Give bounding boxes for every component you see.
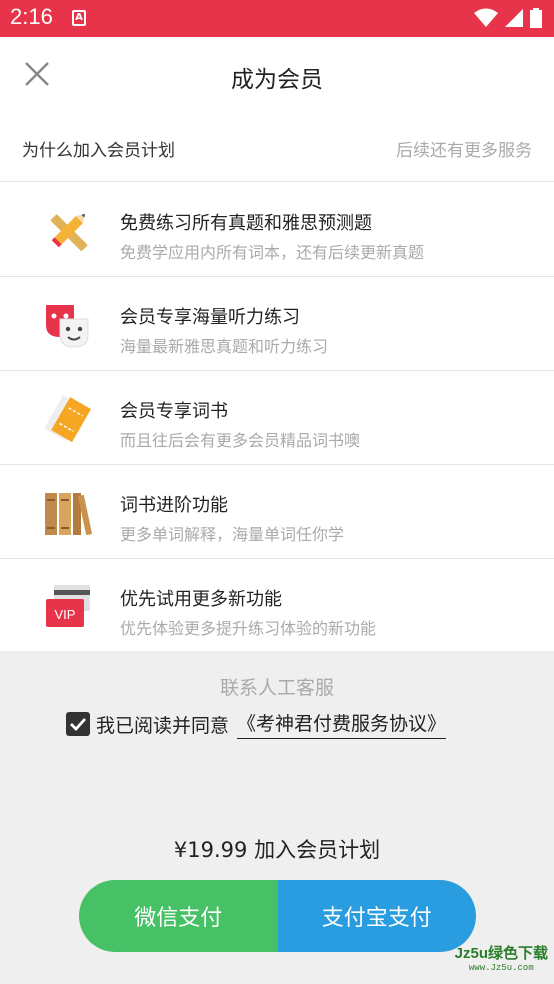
- benefit-item: VIP 优先试用更多新功能 优先体验更多提升练习体验的新功能: [0, 559, 554, 651]
- benefit-item: 会员专享词书 而且往后会有更多会员精品词书噢: [0, 371, 554, 465]
- app-notification-icon: A: [72, 10, 86, 26]
- benefit-title: 免费练习所有真题和雅思预测题: [120, 213, 372, 234]
- intro-row: 为什么加入会员计划 后续还有更多服务: [0, 113, 554, 182]
- payment-panel: 联系人工客服 我已阅读并同意 《考神君付费服务协议》 ¥19.99 加入会员计划…: [0, 651, 554, 984]
- pencil-ruler-icon: [50, 214, 88, 252]
- agreement-label: 我已阅读并同意: [96, 714, 230, 737]
- watermark-logo: Jz5u绿色下载: [454, 945, 548, 962]
- agreement-checkbox[interactable]: [66, 712, 90, 736]
- benefit-desc: 海量最新雅思真题和听力练习: [120, 337, 329, 356]
- benefit-item: 词书进阶功能 更多单词解释，海量单词任你学: [0, 465, 554, 559]
- agreement-row: 我已阅读并同意 《考神君付费服务协议》: [66, 709, 447, 739]
- benefit-desc: 免费学应用内所有词本，还有后续更新真题: [120, 243, 425, 262]
- books-icon: [45, 493, 92, 536]
- payment-buttons: 微信支付 支付宝支付: [79, 880, 476, 952]
- alipay-pay-button[interactable]: 支付宝支付: [277, 880, 476, 952]
- watermark-url: www.Jz5u.com: [468, 963, 534, 973]
- benefit-desc: 而且往后会有更多会员精品词书噢: [120, 431, 361, 450]
- agreement-link[interactable]: 《考神君付费服务协议》: [237, 709, 447, 739]
- contact-support-link[interactable]: 联系人工客服: [0, 673, 554, 700]
- benefit-desc: 优先体验更多提升练习体验的新功能: [120, 619, 377, 638]
- page-title: 成为会员: [231, 67, 323, 93]
- system-icons: [474, 8, 542, 28]
- benefit-title: 会员专享海量听力练习: [120, 307, 300, 328]
- svg-text:VIP: VIP: [55, 607, 76, 622]
- signal-icon: [505, 9, 523, 27]
- status-bar: 2:16 A: [0, 0, 554, 37]
- check-icon: [70, 718, 87, 732]
- benefit-desc: 更多单词解释，海量单词任你学: [120, 525, 345, 544]
- benefit-title: 会员专享词书: [120, 401, 228, 422]
- price-label: ¥19.99 加入会员计划: [173, 838, 381, 862]
- intro-note: 后续还有更多服务: [396, 141, 532, 161]
- wifi-icon: [474, 8, 498, 27]
- benefit-item: 会员专享海量听力练习 海量最新雅思真题和听力练习: [0, 277, 554, 371]
- wechat-pay-button[interactable]: 微信支付: [79, 880, 278, 952]
- battery-icon: [530, 8, 542, 28]
- app-bar: 成为会员: [0, 37, 554, 113]
- intro-heading: 为什么加入会员计划: [22, 141, 175, 161]
- watermark: Jz5u绿色下载 www.Jz5u.com: [455, 942, 548, 973]
- vip-card-icon: VIP: [46, 585, 90, 627]
- benefit-title: 优先试用更多新功能: [120, 589, 282, 610]
- status-time: 2:16: [10, 4, 53, 29]
- theater-masks-icon: [46, 305, 89, 348]
- benefit-title: 词书进阶功能: [120, 495, 228, 516]
- ticket-icon: [44, 395, 91, 443]
- benefit-item: 免费练习所有真题和雅思预测题 免费学应用内所有词本，还有后续更新真题: [0, 183, 554, 277]
